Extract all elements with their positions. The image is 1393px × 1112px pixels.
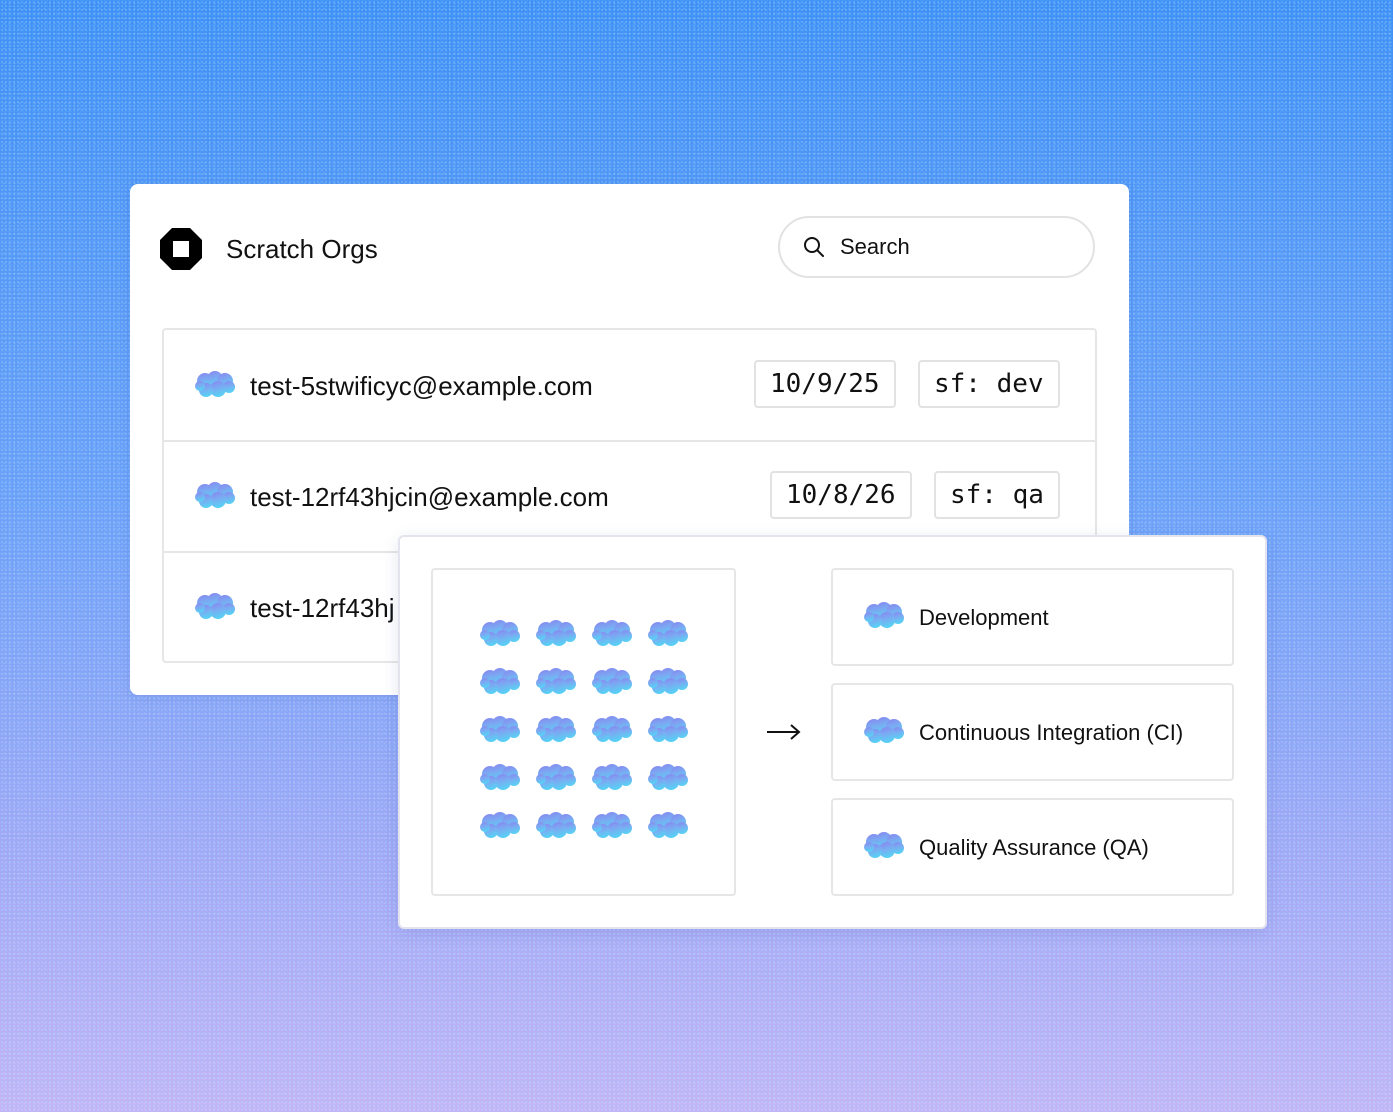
search-icon <box>804 237 824 257</box>
cloud-icon <box>863 832 905 860</box>
cloud-icon <box>591 764 633 792</box>
cloud-icon <box>647 668 689 696</box>
cloud-icon <box>194 371 236 399</box>
cloud-icon <box>535 668 577 696</box>
org-email: test-12rf43hj <box>250 593 395 623</box>
cloud-icon <box>479 620 521 648</box>
search-placeholder: Search <box>840 234 910 259</box>
cloud-icon <box>591 716 633 744</box>
env-card-qa[interactable]: Quality Assurance (QA) <box>831 798 1234 896</box>
env-label: Quality Assurance (QA) <box>919 835 1149 860</box>
org-alias-badge: sf: qa <box>934 471 1060 519</box>
cloud-icon <box>535 716 577 744</box>
search-input[interactable]: Search <box>778 216 1095 278</box>
org-alias-badge: sf: dev <box>918 360 1060 408</box>
cloud-icon <box>863 717 905 745</box>
cloud-icon <box>479 812 521 840</box>
cloud-icon <box>194 482 236 510</box>
cloud-icon <box>479 764 521 792</box>
env-card-ci[interactable]: Continuous Integration (CI) <box>831 683 1234 781</box>
env-card-development[interactable]: Development <box>831 568 1234 666</box>
org-date-badge: 10/8/26 <box>770 471 912 519</box>
org-date-badge: 10/9/25 <box>754 360 896 408</box>
cloud-icon <box>647 716 689 744</box>
cloud-icon <box>535 764 577 792</box>
env-label: Continuous Integration (CI) <box>919 720 1184 745</box>
cloud-icon <box>479 668 521 696</box>
cloud-icon <box>535 812 577 840</box>
cloud-icon <box>591 668 633 696</box>
org-email: test-5stwificyc@example.com <box>250 371 593 401</box>
cloud-icon <box>591 812 633 840</box>
cloud-icon <box>535 620 577 648</box>
cloud-icon <box>591 620 633 648</box>
cloud-icon <box>647 764 689 792</box>
cloud-icon <box>479 716 521 744</box>
arrow-right-icon <box>767 724 801 740</box>
cloud-icon <box>194 593 236 621</box>
org-row[interactable]: test-5stwificyc@example.com 10/9/25 sf: … <box>164 330 1095 442</box>
cloud-icon <box>863 602 905 630</box>
brand-logo-icon <box>160 228 202 270</box>
page-title: Scratch Orgs <box>226 234 378 264</box>
cloud-icon <box>647 620 689 648</box>
env-label: Development <box>919 605 1049 630</box>
org-email: test-12rf43hjcin@example.com <box>250 482 609 512</box>
cloud-icon <box>647 812 689 840</box>
environments-panel: Development Continuous Integration (CI) … <box>400 537 1265 927</box>
org-pool-grid <box>431 568 736 896</box>
